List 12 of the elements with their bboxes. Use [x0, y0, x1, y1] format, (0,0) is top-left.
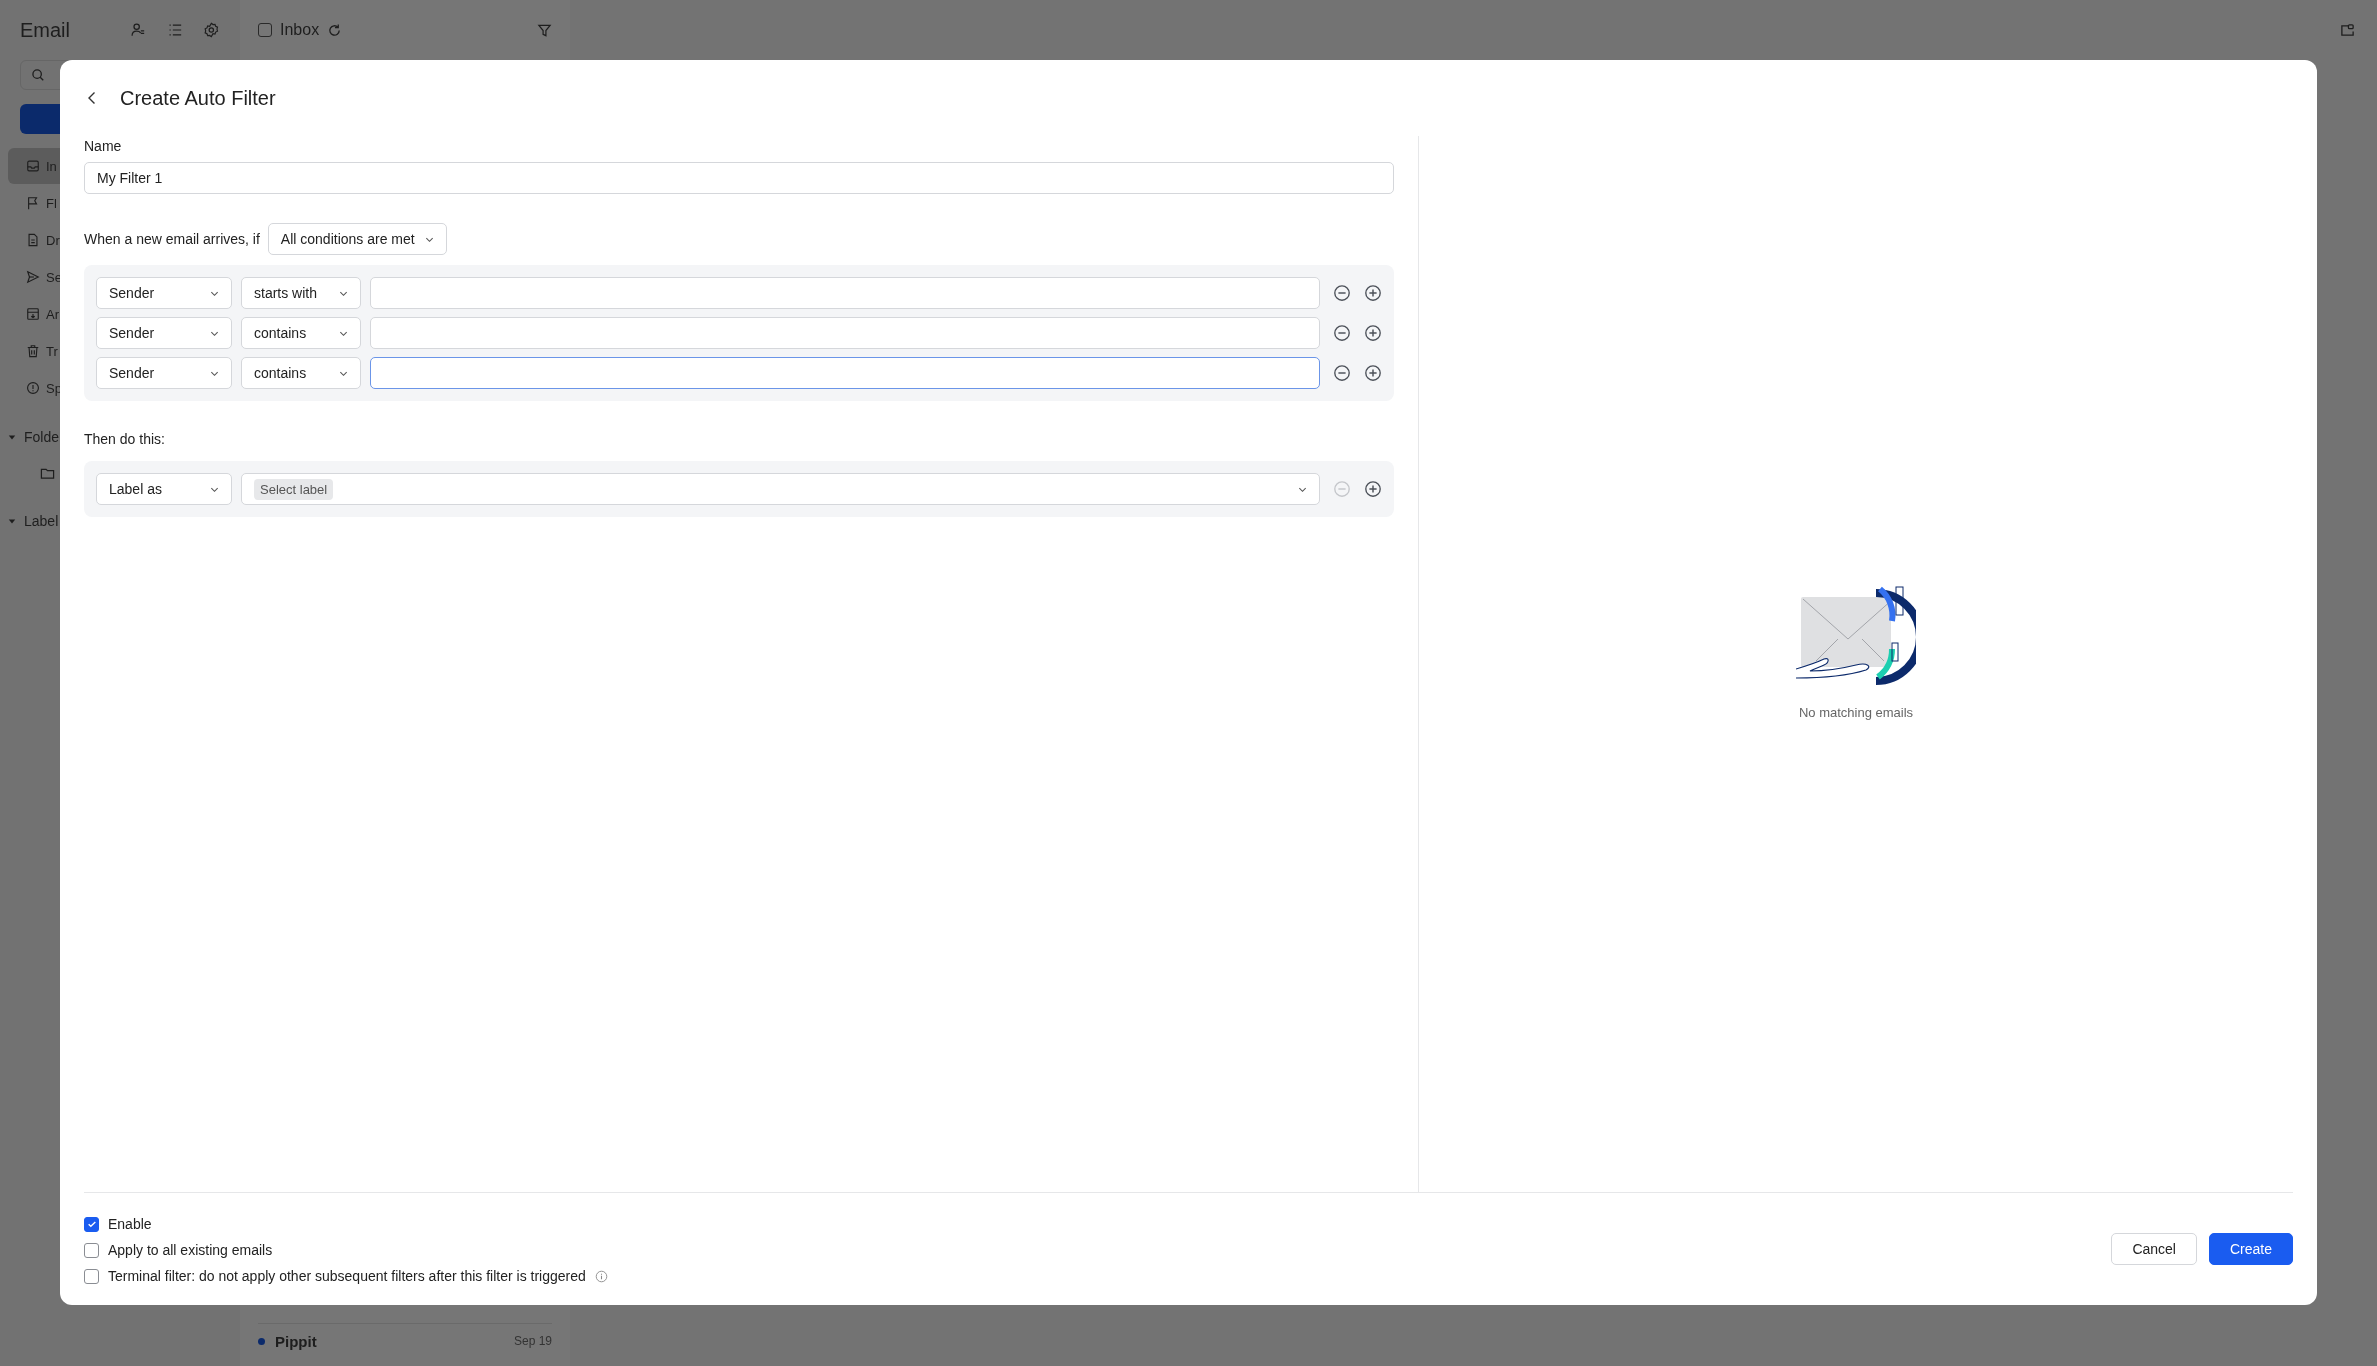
- message-sender: Pippit: [275, 1332, 317, 1350]
- option-label: Apply to all existing emails: [108, 1242, 273, 1258]
- app-title: Email: [20, 18, 70, 42]
- option-label: Terminal filter: do not apply other subsequent filters after this filter is triggered: [108, 1268, 586, 1284]
- option-label: Enable: [108, 1216, 152, 1232]
- folder-title: Inbox: [280, 21, 320, 39]
- condition-prompt: When a new email arrives, if: [84, 231, 260, 247]
- empty-state-text: No matching emails: [1798, 704, 1914, 720]
- message-date: Sep 19: [513, 1334, 552, 1348]
- section-label: Then do this:: [84, 431, 166, 447]
- field-label: Name: [84, 138, 123, 154]
- dialog-title: Create Auto Filter: [120, 86, 276, 110]
